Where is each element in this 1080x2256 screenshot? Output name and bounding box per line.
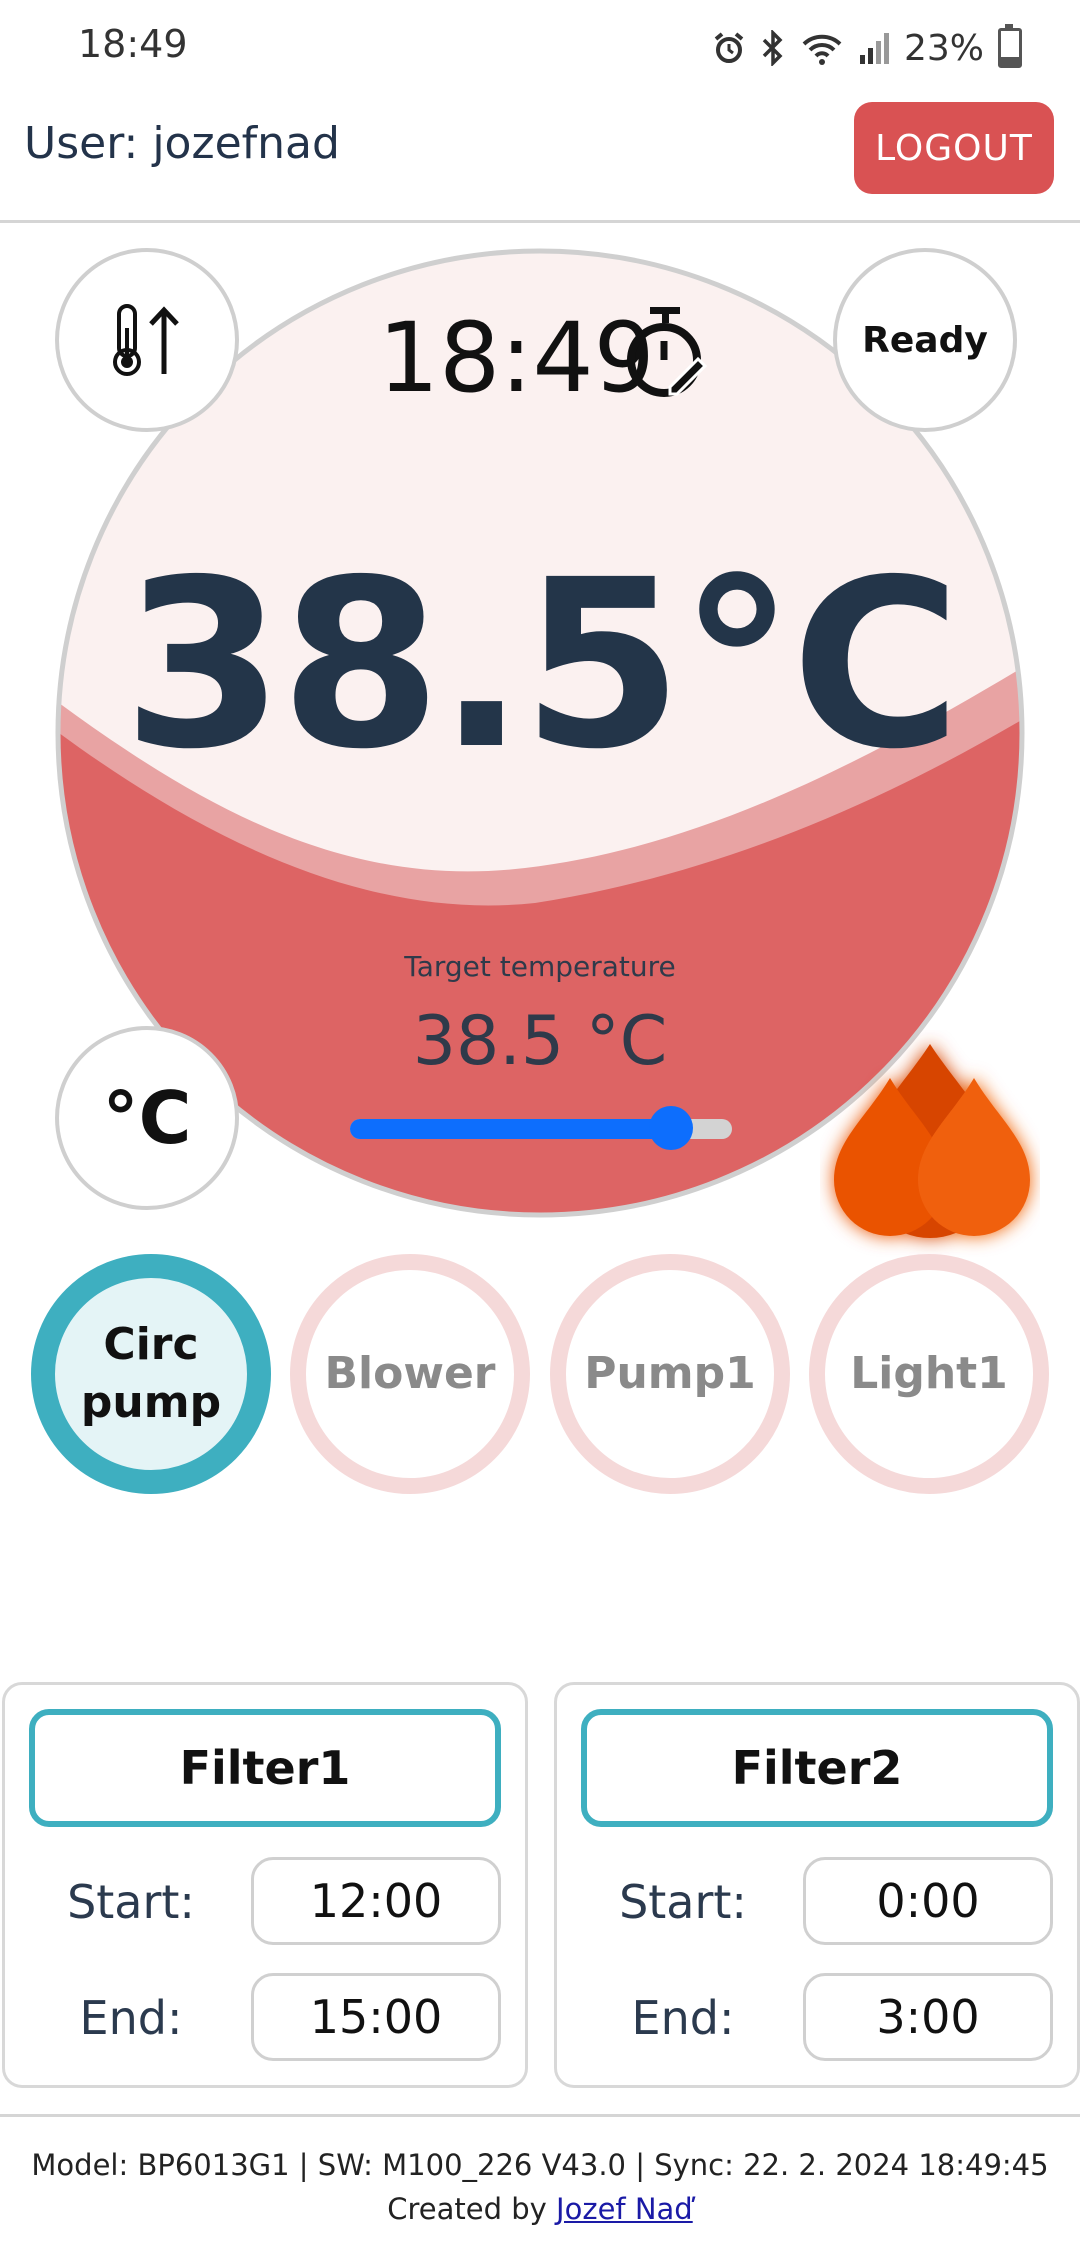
footer-divider <box>0 2114 1080 2117</box>
filter1-start-input[interactable]: 12:00 <box>251 1857 501 1945</box>
toggle-circ-pump[interactable]: Circ pump <box>31 1254 271 1494</box>
toggle-label: Pump1 <box>584 1348 756 1399</box>
toggle-pump1[interactable]: Pump1 <box>550 1254 790 1494</box>
battery-percent: 23% <box>903 27 984 69</box>
author-link[interactable]: Jozef Naď <box>556 2192 693 2226</box>
current-temperature: 38.5°C <box>122 530 962 800</box>
status-icons: 23% <box>712 22 1022 74</box>
thermometer-up-icon <box>113 304 179 376</box>
toggle-light1[interactable]: Light1 <box>809 1254 1049 1494</box>
battery-icon <box>998 24 1022 68</box>
toggle-blower[interactable]: Blower <box>290 1254 530 1494</box>
stopwatch-icon[interactable] <box>622 305 707 400</box>
user-label: User: jozefnad <box>24 118 340 169</box>
header-divider <box>0 220 1080 223</box>
timer-display: 18:49 <box>378 302 655 414</box>
wifi-icon <box>802 34 842 65</box>
filter2-end-input[interactable]: 3:00 <box>803 1973 1053 2061</box>
filter1-end-label: End: <box>79 1991 183 2045</box>
filter2-panel: Filter2 Start: 0:00 End: 3:00 <box>554 1682 1080 2088</box>
flame-icon <box>834 1044 1030 1238</box>
filter2-start-input[interactable]: 0:00 <box>803 1857 1053 1945</box>
bluetooth-icon <box>762 30 783 66</box>
filter1-title-button[interactable]: Filter1 <box>29 1709 501 1827</box>
footer-device-info: Model: BP6013G1 | SW: M100_226 V43.0 | S… <box>31 2148 1049 2182</box>
toggle-label: Light1 <box>850 1348 1008 1399</box>
heat-mode-button[interactable] <box>55 248 239 432</box>
toggle-label: Circ pump <box>80 1319 222 1428</box>
footer-credit: Created by Jozef Naď <box>0 2192 1080 2226</box>
slider-fill <box>350 1119 671 1139</box>
slider-thumb[interactable] <box>648 1106 693 1150</box>
credit-prefix: Created by <box>387 2192 557 2226</box>
target-temperature-label: Target temperature <box>404 950 676 983</box>
signal-icon <box>859 33 889 64</box>
filter2-title-button[interactable]: Filter2 <box>581 1709 1053 1827</box>
status-ready-button[interactable]: Ready <box>833 248 1017 432</box>
filter1-start-label: Start: <box>67 1875 195 1929</box>
filter1-end-input[interactable]: 15:00 <box>251 1973 501 2061</box>
filter2-start-label: Start: <box>619 1875 747 1929</box>
alarm-icon <box>714 32 744 63</box>
toggle-label: Blower <box>324 1348 496 1399</box>
status-time: 18:49 <box>78 22 188 66</box>
filter1-panel: Filter1 Start: 12:00 End: 15:00 <box>2 1682 528 2088</box>
logout-button[interactable]: LOGOUT <box>854 102 1054 194</box>
filter2-end-label: End: <box>631 1991 735 2045</box>
